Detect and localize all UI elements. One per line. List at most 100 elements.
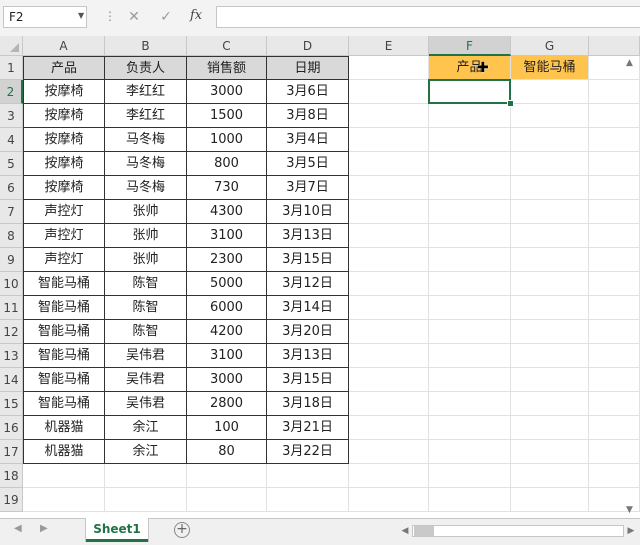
table-cell[interactable] (511, 224, 589, 248)
table-cell[interactable]: 张帅 (105, 248, 187, 272)
column-header-b[interactable]: B (105, 36, 187, 56)
table-cell[interactable]: 3月20日 (267, 320, 349, 344)
table-cell[interactable]: 3月13日 (267, 224, 349, 248)
table-cell[interactable]: 智能马桶 (23, 320, 105, 344)
table-cell[interactable] (589, 320, 640, 344)
table-cell[interactable] (429, 320, 511, 344)
chevron-down-icon[interactable]: ▼ (78, 6, 84, 26)
prev-sheet-icon[interactable]: ◀ (14, 523, 22, 534)
table-cell[interactable]: 3月12日 (267, 272, 349, 296)
table-cell[interactable]: 3100 (187, 224, 267, 248)
table-cell[interactable]: 按摩椅 (23, 152, 105, 176)
row-header[interactable]: 8 (0, 224, 23, 248)
table-cell[interactable] (429, 440, 511, 464)
table-cell[interactable] (349, 176, 429, 200)
table-cell[interactable] (429, 296, 511, 320)
table-cell[interactable]: 2800 (187, 392, 267, 416)
table-cell[interactable] (429, 248, 511, 272)
table-cell[interactable]: 声控灯 (23, 248, 105, 272)
table-cell[interactable]: 4300 (187, 200, 267, 224)
table-cell[interactable] (267, 464, 349, 488)
row-header[interactable]: 16 (0, 416, 23, 440)
table-cell[interactable] (511, 80, 589, 104)
criteria-cell[interactable]: 产品 (429, 56, 511, 80)
scroll-right-icon[interactable]: ▶ (624, 523, 638, 539)
table-cell[interactable] (511, 440, 589, 464)
table-cell[interactable] (349, 104, 429, 128)
row-header[interactable]: 19 (0, 488, 23, 512)
table-cell[interactable]: 按摩椅 (23, 80, 105, 104)
row-header[interactable]: 2 (0, 80, 23, 104)
table-cell[interactable] (429, 128, 511, 152)
table-cell[interactable]: 马冬梅 (105, 152, 187, 176)
table-cell[interactable] (429, 272, 511, 296)
table-cell[interactable]: 6000 (187, 296, 267, 320)
table-cell[interactable]: 80 (187, 440, 267, 464)
table-cell[interactable] (349, 224, 429, 248)
table-cell[interactable] (589, 416, 640, 440)
row-header[interactable]: 14 (0, 368, 23, 392)
cancel-icon[interactable]: ✕ (124, 8, 144, 26)
table-cell[interactable]: 730 (187, 176, 267, 200)
table-cell[interactable] (187, 488, 267, 512)
table-cell[interactable] (589, 272, 640, 296)
table-cell[interactable] (429, 104, 511, 128)
table-cell[interactable]: 吴伟君 (105, 368, 187, 392)
table-cell[interactable]: 3月22日 (267, 440, 349, 464)
row-header[interactable]: 5 (0, 152, 23, 176)
table-cell[interactable]: 3100 (187, 344, 267, 368)
table-cell[interactable] (589, 152, 640, 176)
column-header-e[interactable]: E (349, 36, 429, 56)
table-cell[interactable]: 声控灯 (23, 224, 105, 248)
table-cell[interactable] (23, 464, 105, 488)
insert-function-icon[interactable]: fx (190, 8, 202, 23)
table-cell[interactable] (511, 464, 589, 488)
table-cell[interactable] (589, 176, 640, 200)
select-all-corner[interactable] (0, 36, 23, 56)
formula-input[interactable] (216, 6, 640, 28)
table-cell[interactable]: 余江 (105, 416, 187, 440)
table-cell[interactable]: 机器猫 (23, 416, 105, 440)
table-cell[interactable] (429, 368, 511, 392)
row-header[interactable]: 13 (0, 344, 23, 368)
table-cell[interactable]: 1000 (187, 128, 267, 152)
table-cell[interactable]: 3月13日 (267, 344, 349, 368)
table-cell[interactable] (511, 248, 589, 272)
table-cell[interactable] (429, 464, 511, 488)
table-cell[interactable]: 吴伟君 (105, 344, 187, 368)
table-cell[interactable]: 1500 (187, 104, 267, 128)
row-header[interactable]: 3 (0, 104, 23, 128)
scroll-up-icon[interactable]: ▲ (626, 58, 633, 68)
table-cell[interactable]: 按摩椅 (23, 176, 105, 200)
row-header[interactable]: 9 (0, 248, 23, 272)
table-cell[interactable]: 2300 (187, 248, 267, 272)
row-header[interactable]: 10 (0, 272, 23, 296)
table-cell[interactable] (349, 344, 429, 368)
table-cell[interactable]: 100 (187, 416, 267, 440)
table-cell[interactable] (589, 128, 640, 152)
table-cell[interactable]: 机器猫 (23, 440, 105, 464)
table-cell[interactable]: 3月21日 (267, 416, 349, 440)
table-cell[interactable] (349, 416, 429, 440)
table-cell[interactable] (349, 488, 429, 512)
table-cell[interactable] (349, 56, 429, 80)
row-header[interactable]: 15 (0, 392, 23, 416)
table-cell[interactable] (105, 464, 187, 488)
table-cell[interactable] (589, 224, 640, 248)
column-header-f[interactable]: F (429, 36, 511, 56)
table-cell[interactable] (429, 224, 511, 248)
table-cell[interactable]: 马冬梅 (105, 128, 187, 152)
table-cell[interactable] (511, 272, 589, 296)
column-header-a[interactable]: A (23, 36, 105, 56)
row-header[interactable]: 11 (0, 296, 23, 320)
table-cell[interactable]: 3月6日 (267, 80, 349, 104)
table-cell[interactable] (267, 488, 349, 512)
table-cell[interactable]: 800 (187, 152, 267, 176)
fill-handle[interactable] (507, 100, 514, 107)
table-cell[interactable] (187, 464, 267, 488)
table-cell[interactable]: 4200 (187, 320, 267, 344)
table-cell[interactable]: 5000 (187, 272, 267, 296)
table-cell[interactable] (349, 80, 429, 104)
table-cell[interactable] (349, 128, 429, 152)
column-header-c[interactable]: C (187, 36, 267, 56)
